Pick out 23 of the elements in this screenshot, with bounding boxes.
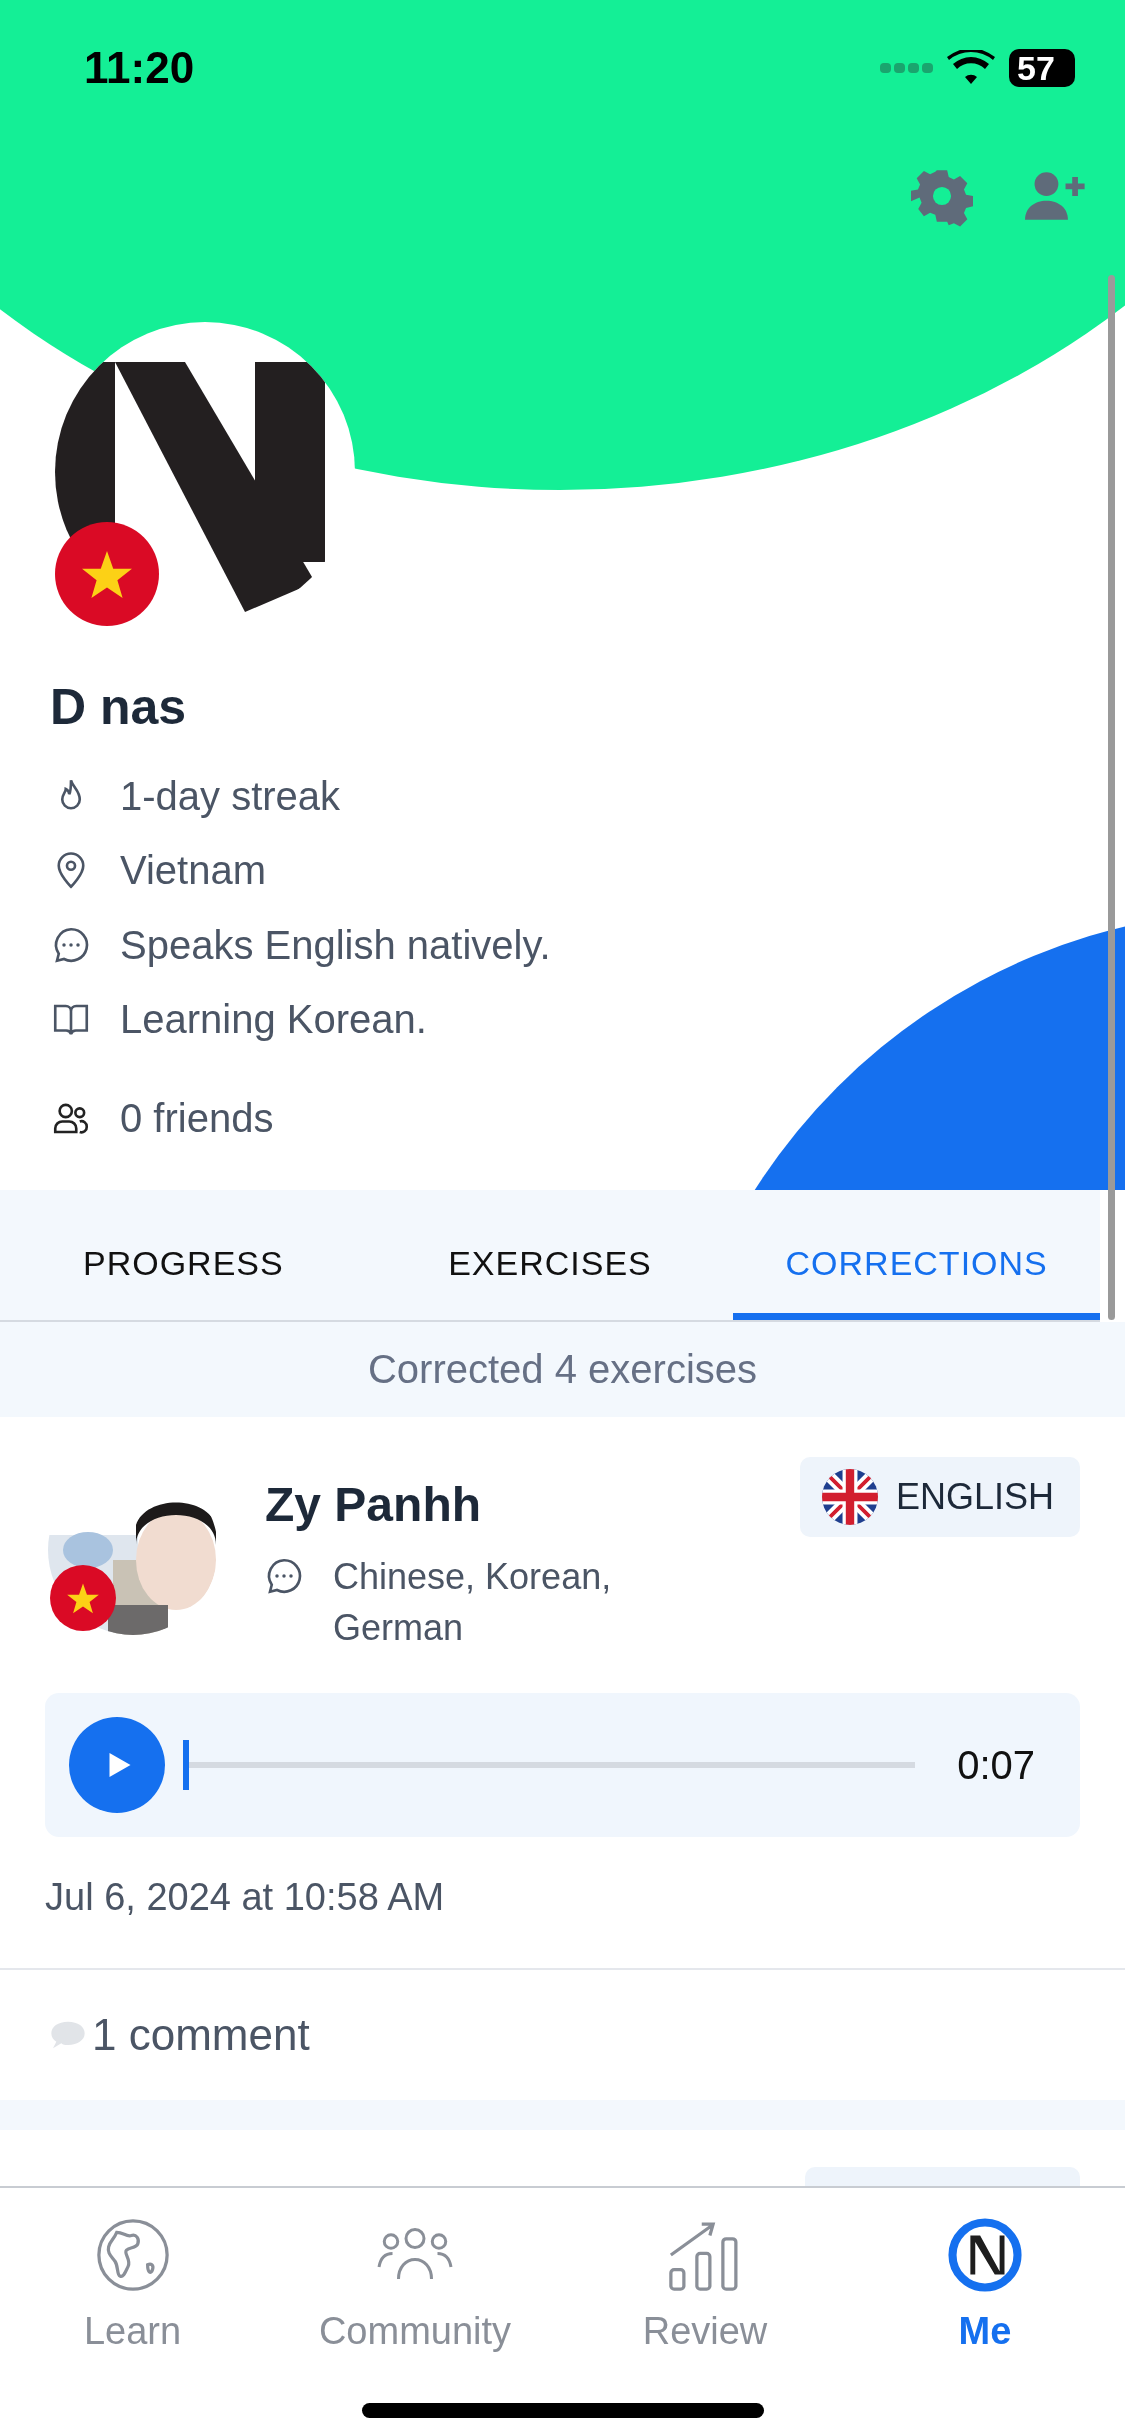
spoken-languages: Chinese, Korean, German bbox=[333, 1555, 613, 1650]
corrections-summary: Corrected 4 exercises bbox=[0, 1322, 1125, 1417]
profile-detail: 1-day streak bbox=[120, 773, 341, 819]
battery-level: 57 bbox=[1009, 48, 1075, 87]
status-time: 11:20 bbox=[84, 42, 196, 93]
audio-duration: 0:07 bbox=[957, 1742, 1035, 1788]
nav-tab[interactable]: Me bbox=[845, 2188, 1125, 2356]
profile-name: D nas bbox=[50, 678, 188, 737]
language-badge: ENGLISH bbox=[799, 1457, 1080, 1537]
correction-date: Jul 6, 2024 at 10:58 AM bbox=[45, 1875, 446, 1920]
avatar-icon bbox=[946, 2216, 1024, 2294]
comment-count[interactable]: 1 comment bbox=[92, 2010, 310, 2060]
vietnam-flag-icon bbox=[50, 1565, 116, 1631]
user-name[interactable]: Zy Panhh bbox=[265, 1477, 800, 1533]
profile-detail: Vietnam bbox=[120, 848, 266, 894]
wifi-icon bbox=[947, 49, 995, 86]
profile-tab[interactable]: EXERCISES bbox=[366, 1190, 734, 1320]
profile-detail: Learning Korean. bbox=[120, 997, 427, 1043]
profile-detail: Speaks English natively. bbox=[120, 922, 551, 968]
vietnam-flag-icon bbox=[55, 522, 159, 626]
profile-tab[interactable]: PROGRESS bbox=[0, 1190, 367, 1320]
signal-icon bbox=[880, 60, 935, 75]
friends-count[interactable]: 0 friends bbox=[120, 1095, 274, 1141]
